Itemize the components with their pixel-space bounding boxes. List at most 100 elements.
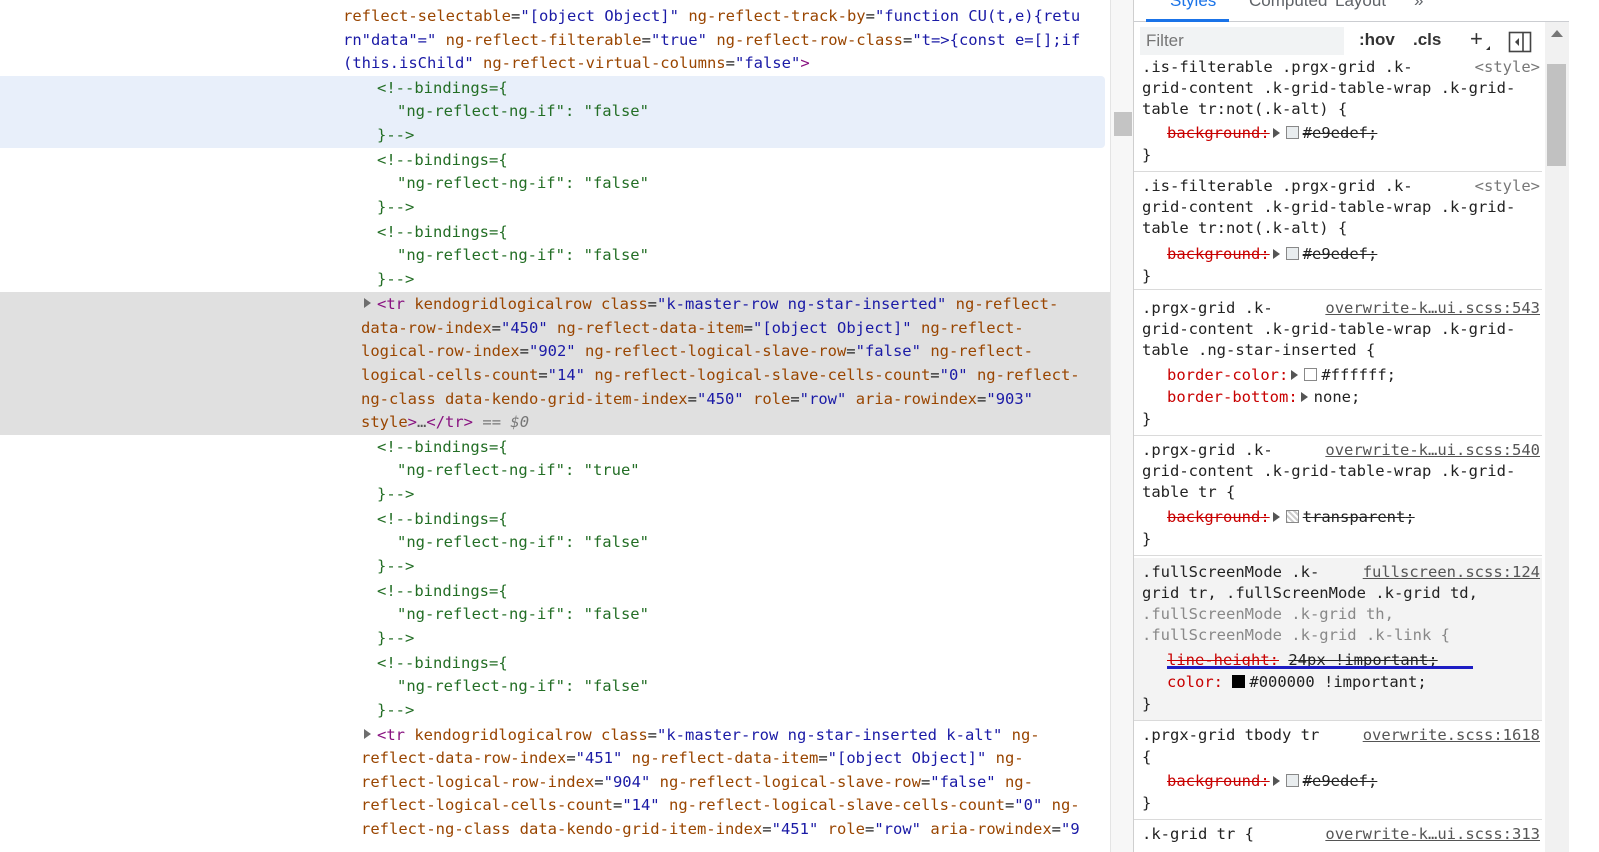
property-value[interactable]: #000000 !important	[1249, 673, 1417, 691]
dom-node-tr-451[interactable]: <tr kendogridlogicalrow class="k-master-…	[377, 724, 1110, 748]
dom-line[interactable]: reflect-logical-row-index="904" ng-refle…	[361, 771, 1110, 795]
dom-line[interactable]: reflect-data-row-index="451" ng-reflect-…	[361, 747, 1110, 771]
css-property[interactable]: background: #e9edef;	[1167, 123, 1377, 145]
more-tabs-chevron-icon[interactable]: »	[1414, 0, 1423, 20]
attr-name: kendogridlogicalrow	[414, 726, 592, 744]
attr-name: reflect-selectable	[343, 7, 511, 25]
expand-shorthand-icon[interactable]	[1272, 512, 1280, 522]
attr-value: "0"	[1014, 796, 1043, 814]
comment-open[interactable]: <!--bindings={	[377, 652, 1110, 676]
color-swatch[interactable]	[1232, 675, 1246, 688]
styles-scrollbar-thumb[interactable]	[1547, 64, 1566, 166]
property-name[interactable]: background	[1167, 772, 1260, 790]
property-name[interactable]: background	[1167, 508, 1260, 526]
property-name[interactable]: background	[1167, 124, 1260, 142]
expand-triangle-icon[interactable]	[364, 729, 371, 739]
tab-computed[interactable]: Computed	[1249, 0, 1327, 20]
comment-open[interactable]: <!--bindings={	[377, 508, 1110, 532]
elements-scrollbar[interactable]	[1110, 0, 1134, 852]
attr-value: "false"	[855, 342, 921, 360]
dom-line[interactable]: (this.isChild" ng-reflect-virtual-column…	[343, 52, 1110, 76]
rule-source-link[interactable]: <style>	[1475, 57, 1540, 79]
toggle-sidebar-icon[interactable]	[1508, 31, 1532, 53]
dom-line[interactable]: rn"data"=" ng-reflect-filterable="true" …	[343, 29, 1110, 53]
hov-toggle-button[interactable]: :hov	[1359, 30, 1395, 50]
property-value[interactable]: #e9edef	[1303, 772, 1368, 790]
cls-toggle-button[interactable]: .cls	[1413, 30, 1441, 50]
attr-name: role	[827, 820, 865, 838]
rule-source-link[interactable]: <style>	[1475, 176, 1540, 198]
rule-selector: {	[1142, 748, 1152, 766]
property-value[interactable]: #e9edef	[1303, 124, 1368, 142]
css-property[interactable]: border-color: #ffffff;	[1167, 365, 1396, 387]
rule-selector[interactable]: .k-grid tr {	[1142, 824, 1254, 846]
rule-source-link[interactable]: overwrite-k…ui.scss:540	[1325, 440, 1540, 462]
styles-scrollbar[interactable]	[1545, 22, 1569, 852]
styles-filter-input[interactable]	[1140, 27, 1344, 55]
comment-open[interactable]: <!--bindings={	[377, 580, 1110, 604]
attr-name: ng-	[1011, 726, 1040, 744]
console-ref-eq: ==	[473, 413, 511, 431]
scroll-up-arrow-icon[interactable]	[1551, 30, 1563, 37]
css-property[interactable]: color: #000000 !important;	[1167, 672, 1427, 694]
dom-line[interactable]: ng-class data-kendo-grid-item-index="450…	[361, 388, 1110, 412]
property-value[interactable]: #e9edef	[1303, 245, 1368, 263]
tag-close: </tr>	[426, 413, 474, 431]
comment-open[interactable]: <!--bindings={	[377, 77, 1110, 101]
transparent-swatch[interactable]	[1285, 510, 1299, 523]
expand-shorthand-icon[interactable]	[1272, 128, 1280, 138]
console-ref: $0	[510, 413, 530, 431]
color-swatch[interactable]	[1304, 368, 1318, 381]
expand-shorthand-icon[interactable]	[1291, 370, 1299, 380]
property-value[interactable]: #ffffff	[1321, 366, 1386, 384]
rule-selector[interactable]: .is-filterable .prgx-grid .k-	[1142, 176, 1413, 198]
attr-value: "t=>{const e=[];if	[912, 31, 1081, 49]
comment-open[interactable]: <!--bindings={	[377, 149, 1110, 173]
rule-source-link[interactable]: overwrite.scss:1618	[1363, 725, 1540, 747]
rule-source-link[interactable]: fullscreen.scss:124	[1363, 562, 1540, 584]
dom-line[interactable]: logical-cells-count="14" ng-reflect-logi…	[361, 364, 1110, 388]
rule-selector[interactable]: .fullScreenMode .k-	[1142, 562, 1319, 584]
css-property[interactable]: background: #e9edef;	[1167, 771, 1377, 793]
property-name[interactable]: background	[1167, 245, 1260, 263]
collapsed-ellipsis[interactable]: …	[417, 413, 426, 431]
dom-line[interactable]: logical-row-index="902" ng-reflect-logic…	[361, 340, 1110, 364]
expand-shorthand-icon[interactable]	[1272, 776, 1280, 786]
color-swatch[interactable]	[1285, 247, 1299, 260]
comment-open[interactable]: <!--bindings={	[377, 221, 1110, 245]
property-value[interactable]: transparent	[1303, 508, 1406, 526]
expand-triangle-icon[interactable]	[364, 298, 371, 308]
dom-line[interactable]: reflect-selectable="[object Object]" ng-…	[343, 5, 1110, 29]
comment-open[interactable]: <!--bindings={	[377, 436, 1110, 460]
dom-line[interactable]: data-row-index="450" ng-reflect-data-ite…	[361, 317, 1110, 341]
rule-selector[interactable]: .prgx-grid tbody tr	[1142, 725, 1319, 747]
rule-source-link[interactable]: overwrite-k…ui.scss:313	[1325, 824, 1540, 846]
tab-styles[interactable]: Styles	[1170, 0, 1216, 20]
elements-scrollbar-thumb[interactable]	[1114, 112, 1132, 136]
attr-name: data-row-index	[361, 319, 492, 337]
rule-selector[interactable]: .is-filterable .prgx-grid .k-	[1142, 57, 1413, 79]
rule-source-link[interactable]: overwrite-k…ui.scss:543	[1325, 298, 1540, 320]
new-style-rule-plus-icon[interactable]: +	[1470, 26, 1483, 52]
dom-line[interactable]: reflect-logical-cells-count="14" ng-refl…	[361, 794, 1110, 818]
expand-shorthand-icon[interactable]	[1300, 392, 1308, 402]
dom-line[interactable]: reflect-ng-class data-kendo-grid-item-in…	[361, 818, 1110, 842]
property-name[interactable]: border-bottom	[1167, 388, 1288, 406]
css-property[interactable]: border-bottom: none;	[1167, 387, 1360, 409]
rule-close-brace: }	[1142, 267, 1152, 285]
color-swatch[interactable]	[1285, 774, 1299, 787]
rule-selector[interactable]: .prgx-grid .k-	[1142, 440, 1273, 462]
tab-layout[interactable]: Layout	[1335, 0, 1386, 20]
dom-line[interactable]: style>…</tr> == $0	[361, 411, 1110, 435]
dom-node-tr-450[interactable]: <tr kendogridlogicalrow class="k-master-…	[377, 293, 1110, 317]
rule-selector[interactable]: .prgx-grid .k-	[1142, 298, 1273, 320]
css-property[interactable]: background: transparent;	[1167, 507, 1415, 529]
color-swatch[interactable]	[1285, 126, 1299, 139]
property-name[interactable]: color	[1167, 673, 1214, 691]
property-value[interactable]: none	[1314, 388, 1351, 406]
property-name[interactable]: border-color	[1167, 366, 1279, 384]
comment-body: "ng-reflect-ng-if": "false"	[397, 174, 649, 192]
css-property[interactable]: background: #e9edef;	[1167, 244, 1377, 266]
plus-menu-corner-icon[interactable]	[1486, 46, 1490, 50]
expand-shorthand-icon[interactable]	[1272, 249, 1280, 259]
